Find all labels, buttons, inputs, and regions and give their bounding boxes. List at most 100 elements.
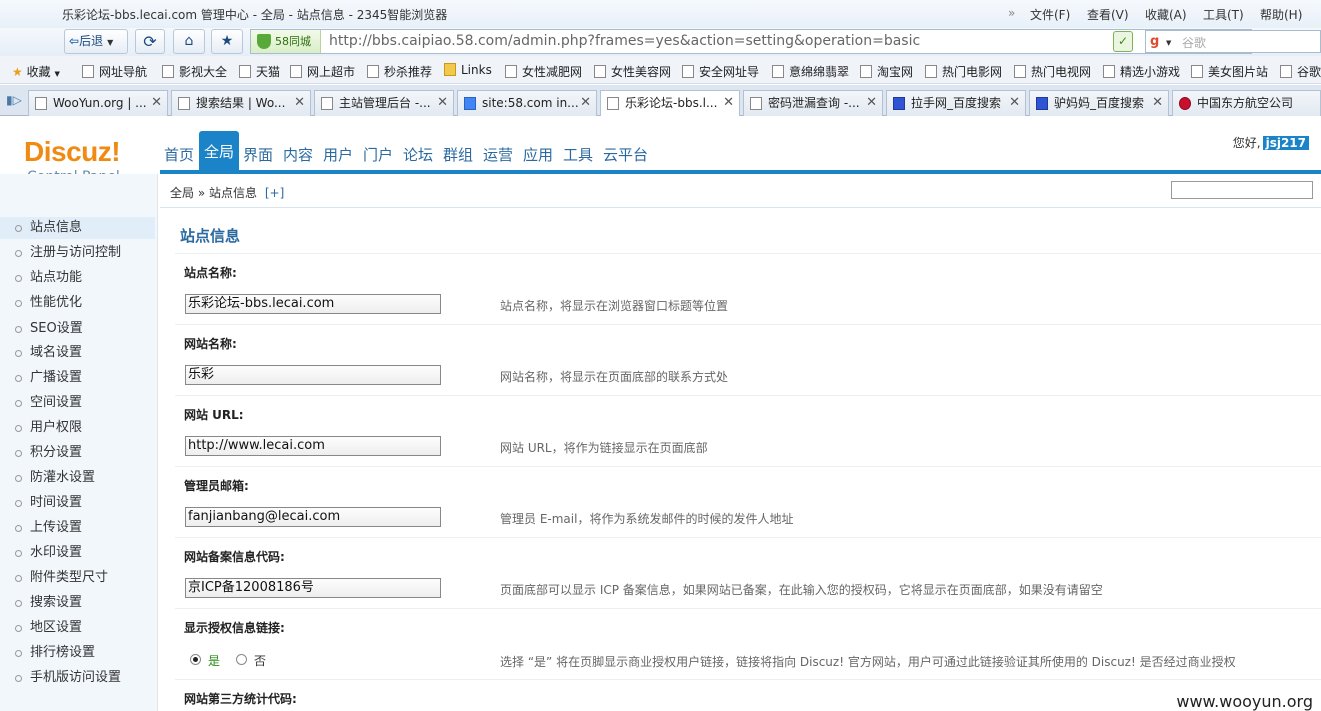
back-button[interactable]: ⇦后退 ▼ <box>64 29 128 54</box>
bookmark-item[interactable]: 天猫 <box>239 63 280 80</box>
admin-email-input[interactable]: fanjianbang@lecai.com <box>185 507 441 527</box>
folder-icon <box>444 63 456 76</box>
sidebar-item[interactable]: 积分设置 <box>0 442 155 464</box>
close-icon[interactable]: ✕ <box>294 91 305 115</box>
sidebar-item[interactable]: 排行榜设置 <box>0 642 155 664</box>
nav-cloud[interactable]: 云平台 <box>603 144 648 165</box>
menu-help[interactable]: 帮助(H) <box>1260 6 1302 23</box>
menu-overflow-icon[interactable]: » <box>1008 6 1015 20</box>
nav-interface[interactable]: 界面 <box>243 144 273 165</box>
sidebar-item[interactable]: 附件类型尺寸 <box>0 567 155 589</box>
nav-apps[interactable]: 应用 <box>523 144 553 165</box>
sidebar-item[interactable]: 性能优化 <box>0 292 155 314</box>
menu-view[interactable]: 查看(V) <box>1087 6 1129 23</box>
tab[interactable]: 驴妈妈_百度搜索 ✕ <box>1029 90 1169 116</box>
nav-forum[interactable]: 论坛 <box>403 144 433 165</box>
tab[interactable]: 密码泄漏查询 -... ✕ <box>743 90 883 116</box>
menu-tools[interactable]: 工具(T) <box>1203 6 1244 23</box>
bookmark-item[interactable]: 安全网址导 <box>682 63 759 80</box>
bookmark-item[interactable]: 女性减肥网 <box>505 63 582 80</box>
bookmark-item[interactable]: 热门电影网 <box>925 63 1002 80</box>
menu-favorites[interactable]: 收藏(A) <box>1145 6 1187 23</box>
close-icon[interactable]: ✕ <box>723 91 734 115</box>
sidebar-toggle-icon[interactable]: ▮▷ <box>6 93 22 107</box>
close-icon[interactable]: ✕ <box>866 91 877 115</box>
bookmark-item[interactable]: 网址导航 <box>82 63 147 80</box>
nav-global[interactable]: 全局 <box>199 131 240 173</box>
favorite-button[interactable]: ★ <box>211 29 243 54</box>
bookmark-item[interactable]: 女性美容网 <box>594 63 671 80</box>
sidebar-item[interactable]: 搜索设置 <box>0 592 155 614</box>
site-badge[interactable]: 58同城 <box>251 30 321 53</box>
bookmark-item[interactable]: Links <box>444 63 492 77</box>
tab[interactable]: 搜索结果 | Wo... ✕ <box>171 90 311 116</box>
menu-search-input[interactable] <box>1171 181 1313 199</box>
radio-no[interactable] <box>236 654 247 665</box>
search-box[interactable]: g ▼ 谷歌 <box>1145 30 1321 53</box>
site-name-input[interactable]: 乐彩论坛-bbs.lecai.com <box>185 294 441 314</box>
sidebar-item[interactable]: 空间设置 <box>0 392 155 414</box>
home-button[interactable]: ⌂ <box>173 29 205 54</box>
menu-file[interactable]: 文件(F) <box>1030 6 1070 23</box>
sidebar-item[interactable]: 域名设置 <box>0 342 155 364</box>
nav-operations[interactable]: 运营 <box>483 144 513 165</box>
window-titlebar: 乐彩论坛-bbs.lecai.com 管理中心 - 全局 - 站点信息 - 23… <box>0 0 1321 28</box>
sidebar-item-site-info[interactable]: 站点信息 <box>0 217 155 239</box>
bookmark-item[interactable]: 意绵绵翡翠 <box>772 63 849 80</box>
bookmark-item[interactable]: 网上超市 <box>290 63 355 80</box>
add-shortcut-button[interactable]: [+] <box>265 186 284 200</box>
radio-yes-label[interactable]: 是 <box>208 652 220 669</box>
airline-icon <box>1179 97 1191 110</box>
bookmark-item[interactable]: 淘宝网 <box>860 63 913 80</box>
radio-yes[interactable] <box>190 654 201 665</box>
site-url-input[interactable]: http://www.lecai.com <box>185 436 441 456</box>
nav-tools[interactable]: 工具 <box>563 144 593 165</box>
bookmark-item[interactable]: 秒杀推荐 <box>367 63 432 80</box>
sidebar-item[interactable]: 时间设置 <box>0 492 155 514</box>
sidebar-item[interactable]: 用户权限 <box>0 417 155 439</box>
sidebar: 站点信息 注册与访问控制 站点功能 性能优化 SEO设置 域名设置 广播设置 空… <box>0 174 158 711</box>
tab[interactable]: 中国东方航空公司 <box>1172 90 1321 116</box>
icp-input[interactable]: 京ICP备12008186号 <box>185 578 441 598</box>
discuz-logo[interactable]: Discuz! <box>24 136 121 168</box>
field-label: 管理员邮箱: <box>184 479 249 493</box>
nav-home[interactable]: 首页 <box>164 144 194 165</box>
nav-content[interactable]: 内容 <box>283 144 313 165</box>
radio-no-label[interactable]: 否 <box>254 652 266 669</box>
sidebar-item[interactable]: 广播设置 <box>0 367 155 389</box>
sidebar-item[interactable]: 手机版访问设置 <box>0 667 155 689</box>
bookmark-item[interactable]: 谷歌 <box>1280 63 1321 80</box>
close-icon[interactable]: ✕ <box>1009 91 1020 115</box>
bookmark-item[interactable]: 影视大全 <box>162 63 227 80</box>
google-icon: g <box>1150 34 1160 49</box>
tab-active[interactable]: 乐彩论坛-bbs.l... ✕ <box>600 90 740 117</box>
safety-shield-icon[interactable]: ✓ <box>1113 31 1133 52</box>
address-bar[interactable]: 58同城 http://bbs.caipiao.58.com/admin.php… <box>250 29 1252 54</box>
tab[interactable]: 拉手网_百度搜索 ✕ <box>886 90 1026 116</box>
tab[interactable]: WooYun.org | ... ✕ <box>28 90 168 116</box>
refresh-button[interactable]: ⟳ <box>135 29 165 54</box>
username[interactable]: jsj217 <box>1262 136 1309 150</box>
sidebar-item[interactable]: 站点功能 <box>0 267 155 289</box>
bookmark-favorites[interactable]: ★ 收藏 ▼ <box>12 63 60 80</box>
bookmark-item[interactable]: 精选小游戏 <box>1103 63 1180 80</box>
bookmark-item[interactable]: 美女图片站 <box>1191 63 1268 80</box>
close-icon[interactable]: ✕ <box>437 91 448 115</box>
tab[interactable]: 主站管理后台 -... ✕ <box>314 90 454 116</box>
sidebar-item[interactable]: 防灌水设置 <box>0 467 155 489</box>
sidebar-item[interactable]: 地区设置 <box>0 617 155 639</box>
bookmark-item[interactable]: 热门电视网 <box>1014 63 1091 80</box>
web-name-input[interactable]: 乐彩 <box>185 365 441 385</box>
url-text[interactable]: http://bbs.caipiao.58.com/admin.php?fram… <box>329 33 920 49</box>
close-icon[interactable]: ✕ <box>580 91 591 115</box>
close-icon[interactable]: ✕ <box>1152 91 1163 115</box>
nav-groups[interactable]: 群组 <box>443 144 473 165</box>
sidebar-item[interactable]: 注册与访问控制 <box>0 242 155 264</box>
nav-portal[interactable]: 门户 <box>363 144 393 165</box>
close-icon[interactable]: ✕ <box>151 91 162 115</box>
sidebar-item[interactable]: 水印设置 <box>0 542 155 564</box>
sidebar-item[interactable]: SEO设置 <box>0 318 155 340</box>
nav-users[interactable]: 用户 <box>323 144 353 165</box>
tab[interactable]: site:58.com in... ✕ <box>457 90 597 116</box>
sidebar-item[interactable]: 上传设置 <box>0 517 155 539</box>
